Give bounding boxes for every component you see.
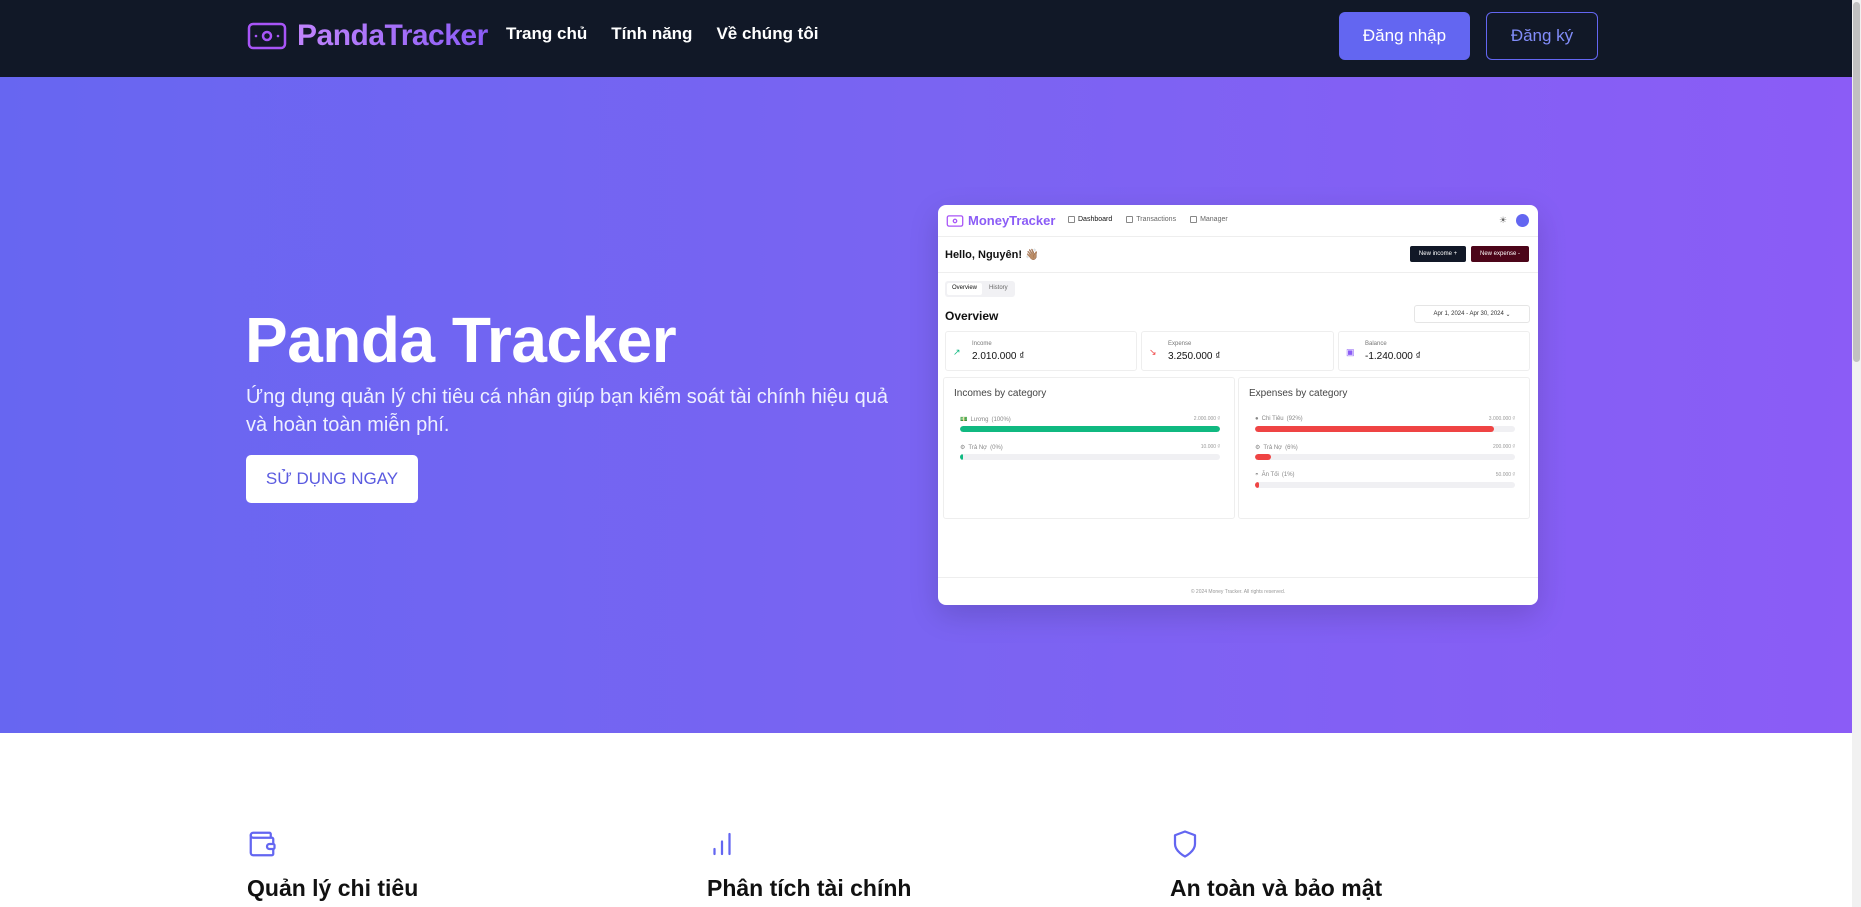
settings-icon (1190, 216, 1198, 223)
food-icon: ◓ (1255, 472, 1259, 478)
income-bar (960, 426, 1220, 432)
preview-nav-transactions: Transactions (1126, 216, 1176, 223)
home-icon (1068, 216, 1075, 223)
income-row: ⚙ Trả Nợ (0%) 10.000 ₫ (960, 444, 1220, 464)
wallet-icon (247, 22, 287, 50)
preview-date-range: Apr 1, 2024 - Apr 30, 2024 ⌄ (1414, 305, 1530, 323)
expense-bar (1255, 454, 1271, 460)
expense-bar (1255, 426, 1495, 432)
feature-title: Phân tích tài chính (707, 875, 912, 901)
preview-expense-card: ↘ Expense 3.250.000 ₫ (1141, 331, 1334, 371)
expense-row: ⚙ Trả Nợ (6%) 200.000 ₫ (1255, 444, 1515, 464)
preview-new-expense-button: New expense - (1471, 246, 1529, 262)
hero-title: Panda Tracker (245, 304, 677, 376)
expense-row: ◓ Ăn Tối (1%) 50.000 ₫ (1255, 472, 1515, 492)
preview-navbar: MoneyTracker Dashboard Transactions Mana… (938, 205, 1538, 237)
sun-icon: ☀ (1498, 215, 1508, 225)
preview-footer: © 2024 Money Tracker. All rights reserve… (1190, 589, 1286, 595)
nav-link-about[interactable]: Về chúng tôi (716, 24, 818, 44)
navbar: PandaTracker Trang chủ Tính năng Về chún… (0, 0, 1852, 77)
preview-expenses-panel: Expenses by category ● Chi Tiêu (92%) 3.00… (1238, 377, 1530, 519)
preview-balance-card: ▣ Balance -1.240.000 ₫ (1338, 331, 1530, 371)
trending-down-icon: ↘ (1149, 347, 1157, 357)
feature-title: An toàn và bảo mật (1170, 875, 1383, 901)
trending-up-icon: ↗ (953, 347, 961, 357)
wallet-icon (249, 831, 276, 857)
preview-new-income-button: New income + (1410, 246, 1466, 262)
scrollbar-thumb[interactable] (1853, 2, 1860, 362)
features-section: Quản lý chi tiêu Phân tích tài chính An … (0, 733, 1852, 907)
spending-icon: ● (1255, 416, 1259, 422)
bar-chart-icon (713, 832, 731, 856)
hero-subtitle: Ứng dụng quản lý chi tiêu cá nhân giúp b… (246, 386, 888, 436)
shield-icon (1173, 830, 1197, 858)
preview-greeting: Hello, Nguyên! 👋🏽 (945, 249, 1039, 261)
nav-links: Trang chủ Tính năng Về chúng tôi (506, 24, 818, 44)
receipt-icon (1126, 216, 1134, 223)
preview-brand-name: MoneyTracker (968, 213, 1056, 228)
preview-income-card: ↗ Income 2.010.000 ₫ (945, 331, 1137, 371)
expense-bar (1255, 482, 1259, 488)
brand-name: PandaTracker (297, 19, 488, 52)
preview-brand: MoneyTracker (946, 213, 1055, 228)
divider (938, 272, 1538, 273)
preview-overview-title: Overview (945, 309, 999, 323)
preview-tabs: Overview History (945, 281, 1015, 297)
nav-link-features[interactable]: Tính năng (611, 24, 692, 44)
hero-section: Panda Tracker Ứng dụng quản lý chi tiêu … (0, 77, 1852, 733)
app-preview-screenshot: MoneyTracker Dashboard Transactions Mana… (938, 205, 1538, 605)
get-started-button[interactable]: SỬ DỤNG NGAY (246, 455, 418, 503)
debt-icon: ⚙ (1255, 445, 1261, 451)
signup-button[interactable]: Đăng ký (1486, 12, 1598, 60)
money-icon: 💵 (960, 417, 968, 423)
income-row: 💵 Lương (100%) 2.000.000 ₫ (960, 416, 1220, 436)
debt-icon: ⚙ (960, 445, 966, 451)
avatar (1516, 214, 1529, 227)
preview-tab-overview: Overview (947, 283, 983, 295)
preview-nav-manager: Manager (1190, 216, 1228, 223)
login-button[interactable]: Đăng nhập (1339, 12, 1470, 60)
nav-link-home[interactable]: Trang chủ (506, 24, 587, 44)
preview-incomes-panel: Incomes by category 💵 Lương (100%) 2.000.0… (943, 377, 1235, 519)
preview-nav: Dashboard Transactions Manager (1068, 216, 1228, 223)
feature-title: Quản lý chi tiêu (247, 875, 419, 901)
income-bar (960, 454, 963, 460)
brand-logo[interactable]: PandaTracker (247, 18, 488, 54)
preview-nav-dashboard: Dashboard (1068, 216, 1112, 223)
preview-tab-history: History (989, 285, 1008, 291)
divider (938, 577, 1538, 578)
wallet-icon: ▣ (1346, 347, 1355, 357)
wallet-icon (946, 214, 964, 227)
expense-row: ● Chi Tiêu (92%) 3.000.000 ₫ (1255, 416, 1515, 436)
